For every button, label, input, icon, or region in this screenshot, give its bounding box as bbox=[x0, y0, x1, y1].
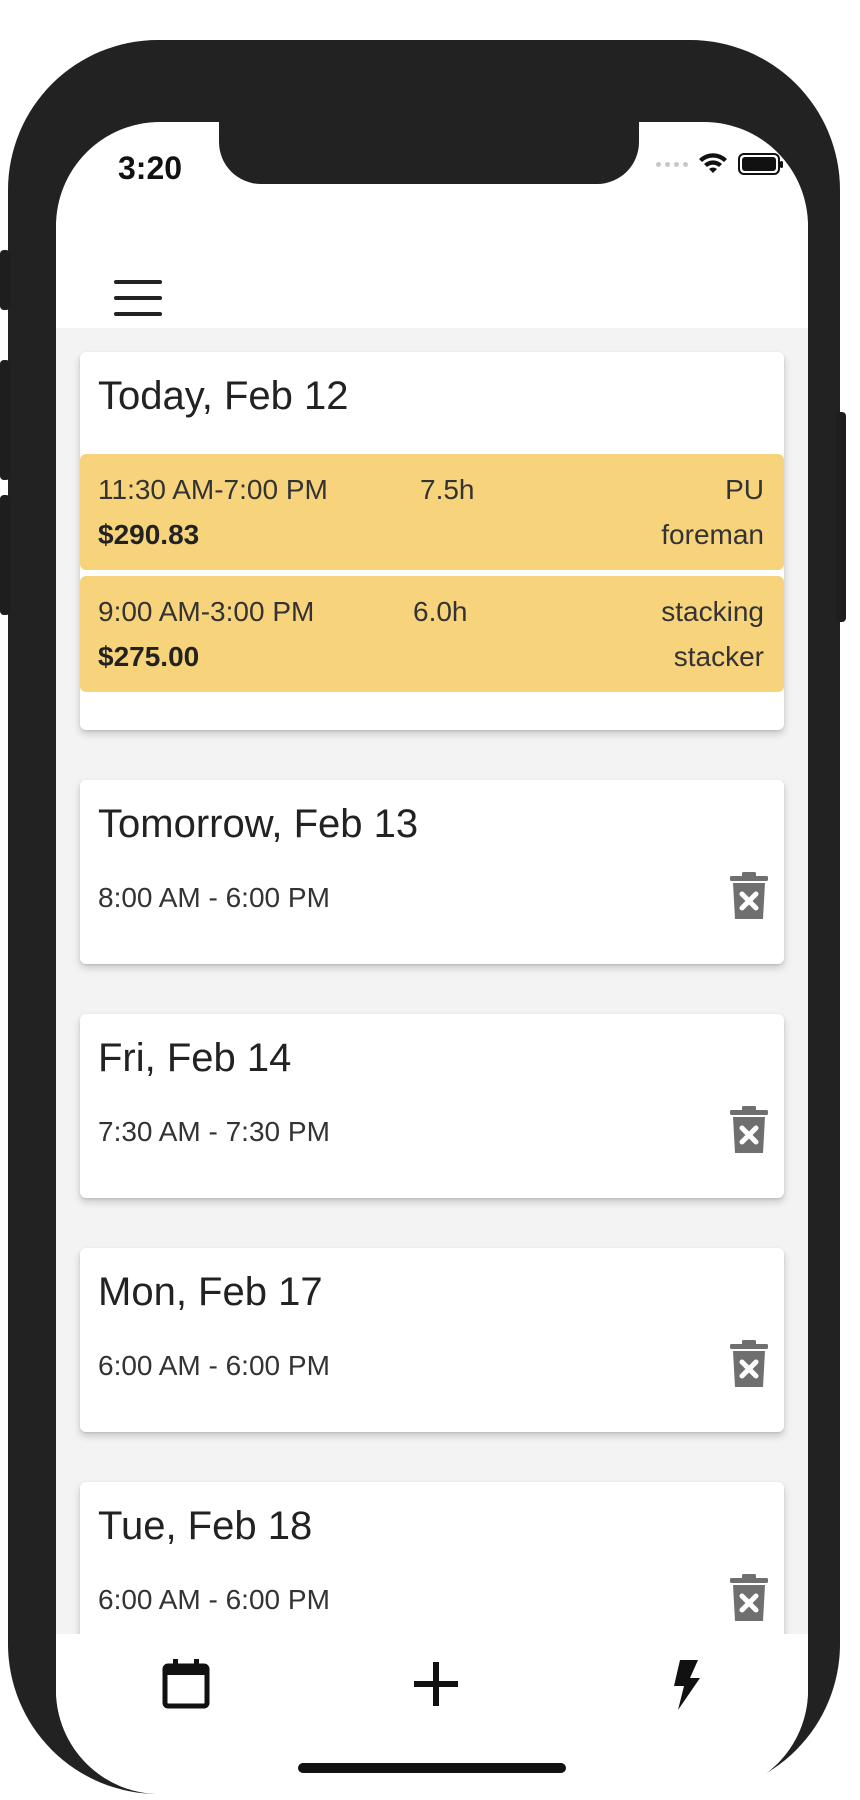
volume-up-button bbox=[0, 360, 10, 480]
availability-time: 6:00 AM - 6:00 PM bbox=[98, 1584, 330, 1615]
shift-location: stacking bbox=[661, 596, 764, 627]
delete-trash-icon[interactable] bbox=[728, 872, 770, 920]
day-title: Today, Feb 12 bbox=[98, 374, 349, 418]
hamburger-menu-icon[interactable] bbox=[114, 280, 162, 316]
day-title: Mon, Feb 17 bbox=[98, 1270, 323, 1314]
shift-location: PU bbox=[725, 474, 764, 505]
delete-trash-icon[interactable] bbox=[728, 1106, 770, 1154]
shift-time: 9:00 AM-3:00 PM bbox=[98, 596, 315, 627]
day-card: Tue, Feb 18 6:00 AM - 6:00 PM bbox=[80, 1482, 784, 1634]
plus-icon[interactable] bbox=[406, 1654, 466, 1714]
wifi-icon bbox=[699, 153, 727, 173]
delete-trash-icon[interactable] bbox=[728, 1574, 770, 1622]
availability-time: 6:00 AM - 6:00 PM bbox=[98, 1350, 330, 1381]
app-header bbox=[56, 222, 808, 328]
signal-icon bbox=[656, 161, 688, 167]
phone-frame: 3:20 Today, Feb 12 11:30 AM-7:00 PM 7.5h… bbox=[0, 40, 846, 1794]
day-card: Tomorrow, Feb 13 8:00 AM - 6:00 PM bbox=[80, 780, 784, 964]
status-icons bbox=[656, 152, 784, 176]
availability-time: 8:00 AM - 6:00 PM bbox=[98, 882, 330, 913]
volume-down-button bbox=[0, 495, 10, 615]
day-card: Fri, Feb 14 7:30 AM - 7:30 PM bbox=[80, 1014, 784, 1198]
notch bbox=[219, 122, 639, 184]
screen: 3:20 Today, Feb 12 11:30 AM-7:00 PM 7.5h… bbox=[56, 122, 808, 1794]
shift-role: foreman bbox=[661, 519, 764, 550]
shift-item[interactable]: 11:30 AM-7:00 PM 7.5h PU $290.83 foreman bbox=[80, 454, 784, 570]
lightning-icon[interactable] bbox=[656, 1654, 716, 1714]
shift-time: 11:30 AM-7:00 PM bbox=[98, 474, 328, 505]
shift-hours: 7.5h bbox=[420, 474, 475, 505]
day-card-today: Today, Feb 12 11:30 AM-7:00 PM 7.5h PU $… bbox=[80, 352, 784, 730]
day-title: Fri, Feb 14 bbox=[98, 1036, 292, 1080]
shift-pay: $275.00 bbox=[98, 641, 200, 672]
delete-trash-icon[interactable] bbox=[728, 1340, 770, 1388]
day-title: Tomorrow, Feb 13 bbox=[98, 802, 419, 846]
day-title: Tue, Feb 18 bbox=[98, 1504, 313, 1548]
calendar-icon[interactable] bbox=[156, 1654, 216, 1714]
shift-hours: 6.0h bbox=[413, 596, 468, 627]
availability-time: 7:30 AM - 7:30 PM bbox=[98, 1116, 330, 1147]
shift-pay: $290.83 bbox=[98, 519, 200, 550]
day-card: Mon, Feb 17 6:00 AM - 6:00 PM bbox=[80, 1248, 784, 1432]
home-indicator bbox=[298, 1763, 566, 1773]
power-button bbox=[836, 412, 846, 622]
shift-item[interactable]: 9:00 AM-3:00 PM 6.0h stacking $275.00 st… bbox=[80, 576, 784, 692]
battery-icon bbox=[738, 153, 783, 175]
status-time: 3:20 bbox=[118, 150, 183, 186]
mute-switch bbox=[0, 250, 10, 310]
schedule-list: Today, Feb 12 11:30 AM-7:00 PM 7.5h PU $… bbox=[56, 328, 808, 1634]
shift-role: stacker bbox=[673, 641, 764, 672]
